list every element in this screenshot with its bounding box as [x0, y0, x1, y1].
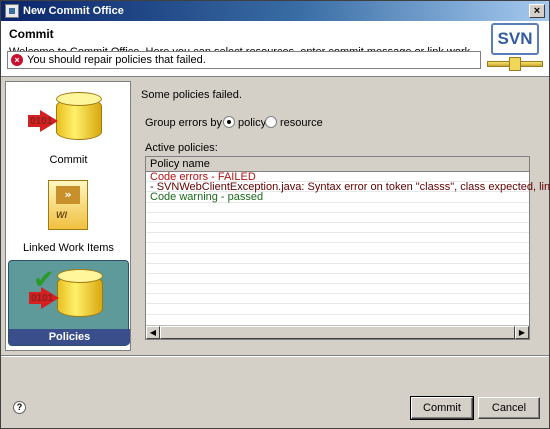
scroll-left-icon[interactable]: ◀ — [146, 326, 160, 339]
pipe-joint-graphic — [509, 57, 521, 71]
window-title: New Commit Office — [23, 5, 124, 17]
svn-logo-text: SVN — [491, 23, 539, 55]
svn-logo: SVN — [487, 23, 543, 75]
commit-button[interactable]: Commit — [410, 396, 474, 420]
policies-table[interactable]: Policy name Code errors - FAILED - SVNWe… — [145, 156, 550, 340]
scroll-right-icon[interactable]: ▶ — [515, 326, 529, 339]
group-by-policy-radio[interactable] — [223, 116, 235, 128]
horizontal-scrollbar[interactable]: ◀ ▶ — [146, 325, 529, 339]
active-policies-label: Active policies: — [145, 142, 218, 154]
error-message: You should repair policies that failed. — [27, 54, 206, 66]
table-row[interactable]: Code warning - passed — [146, 191, 529, 204]
table-row — [146, 284, 529, 295]
table-row — [146, 213, 529, 223]
table-row — [146, 203, 529, 213]
dialog-header: Commit Welcome to Commit Office. Here yo… — [1, 21, 549, 77]
table-row — [146, 264, 529, 274]
policies-panel: Some policies failed. Group errors by po… — [137, 81, 550, 351]
page-title: Commit — [9, 27, 54, 41]
group-by-resource-label[interactable]: resource — [280, 117, 323, 129]
navigation-panel: 0101 Commit » WI Linked Work Items 0101 … — [5, 81, 131, 351]
nav-item-label: Commit — [49, 154, 88, 166]
nav-item-label: Linked Work Items — [23, 242, 114, 254]
error-icon: × — [11, 54, 23, 66]
policy-status: Some policies failed. — [141, 89, 242, 101]
table-row — [146, 243, 529, 254]
commit-dialog: New Commit Office × Commit Welcome to Co… — [0, 0, 550, 429]
dialog-footer: ? Commit Cancel — [1, 381, 549, 421]
row-text: Code warning - passed — [150, 191, 264, 204]
checkmark-icon: ✔ — [33, 265, 55, 295]
app-icon — [5, 4, 19, 18]
close-button[interactable]: × — [529, 4, 545, 18]
title-bar[interactable]: New Commit Office × — [1, 1, 549, 21]
table-body: Code errors - FAILED - SVNWebClientExcep… — [146, 171, 550, 315]
table-row — [146, 254, 529, 264]
table-header[interactable]: Policy name — [146, 157, 529, 172]
nav-item-label: Policies — [9, 329, 130, 345]
binary-icon: 0101 — [30, 116, 53, 127]
group-by-resource-radio[interactable] — [265, 116, 277, 128]
nav-item-linked-work-items[interactable]: » WI Linked Work Items — [8, 172, 129, 258]
group-by-policy-label[interactable]: policy — [238, 117, 266, 129]
cancel-button[interactable]: Cancel — [478, 397, 540, 419]
database-icon — [56, 92, 102, 142]
table-row — [146, 233, 529, 244]
table-row — [146, 274, 529, 285]
scrollbar-thumb[interactable] — [160, 326, 515, 339]
table-row — [146, 223, 529, 234]
nav-item-commit[interactable]: 0101 Commit — [8, 84, 129, 170]
help-icon[interactable]: ? — [13, 401, 26, 414]
column-policy-name[interactable]: Policy name — [150, 158, 210, 170]
footer-separator — [1, 355, 549, 357]
work-item-icon: » WI — [48, 180, 88, 230]
error-banner: × You should repair policies that failed… — [7, 51, 481, 69]
database-icon — [57, 269, 103, 319]
group-errors-label: Group errors by — [145, 117, 223, 129]
table-row — [146, 294, 529, 305]
nav-item-policies[interactable]: 0101 ✔ Policies — [8, 260, 130, 346]
table-row — [146, 304, 529, 315]
